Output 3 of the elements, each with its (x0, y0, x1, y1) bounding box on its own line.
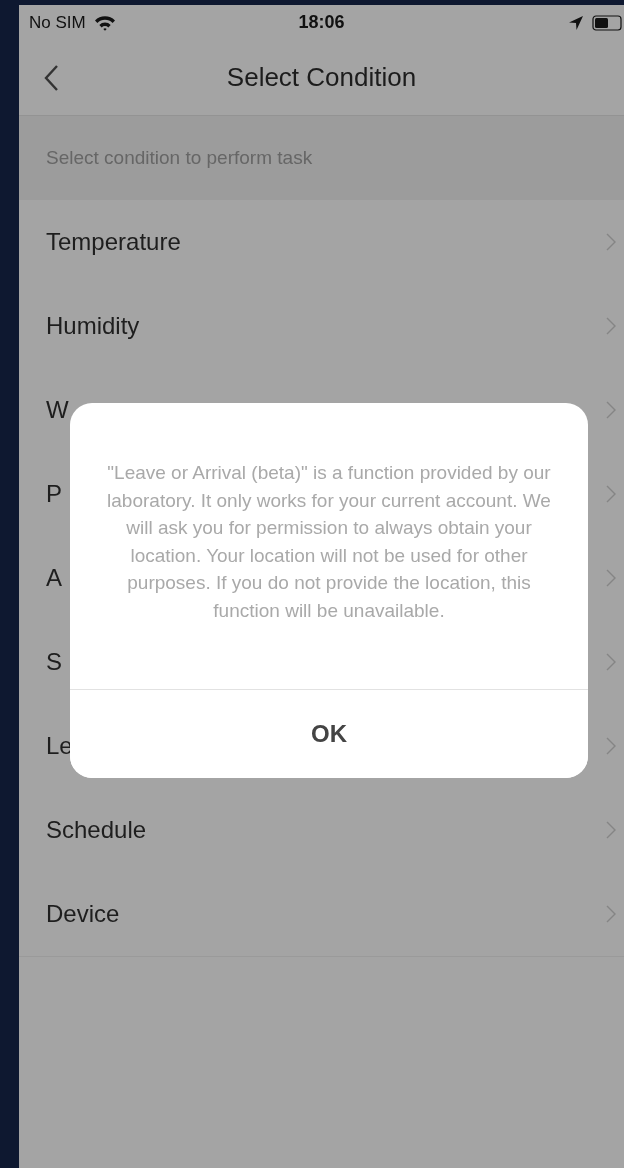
carrier-label: No SIM (29, 12, 86, 33)
page-title: Select Condition (226, 62, 417, 93)
status-time: 18:06 (297, 12, 346, 33)
